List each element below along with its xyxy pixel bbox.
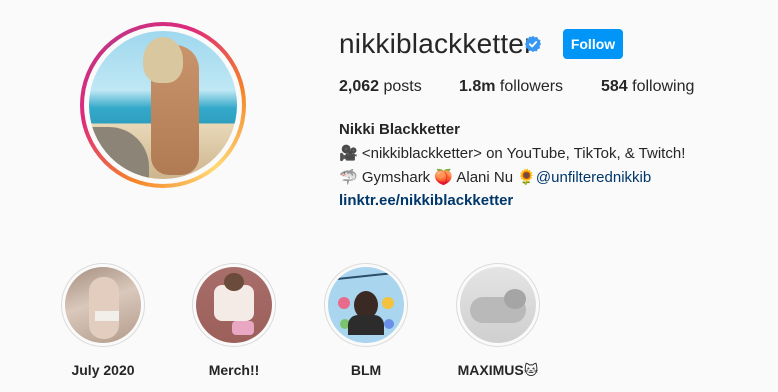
highlight-thumbnail	[196, 267, 272, 343]
highlight-thumbnail	[460, 267, 536, 343]
highlight-ring	[456, 263, 540, 347]
story-highlight[interactable]: July 2020	[53, 263, 153, 378]
following-stat[interactable]: 584 following	[601, 78, 694, 96]
avatar	[89, 31, 237, 179]
avatar-inner	[84, 26, 242, 184]
bio-mention-link[interactable]: @unfilterednikkib	[536, 169, 651, 186]
bio-line-1: 🎥 <nikkiblackketter> on YouTube, TikTok,…	[339, 145, 686, 162]
highlight-ring	[324, 263, 408, 347]
verified-badge-icon	[524, 35, 542, 53]
highlight-thumbnail	[65, 267, 141, 343]
profile-full-name: Nikki Blackketter	[339, 121, 460, 138]
posts-stat: 2,062 posts	[339, 78, 422, 95]
highlight-ring	[192, 263, 276, 347]
story-highlight[interactable]: BLM	[316, 263, 416, 378]
story-highlight[interactable]: MAXIMUS🐱	[448, 263, 548, 379]
highlight-thumbnail	[328, 267, 404, 343]
bio-line-2: 🦈 Gymshark 🍑 Alani Nu 🌻@unfilterednikkib	[339, 169, 652, 186]
highlight-label: Merch!!	[208, 362, 260, 378]
profile-external-link[interactable]: linktr.ee/nikkiblackketter	[339, 192, 513, 209]
highlight-label: MAXIMUS🐱	[457, 362, 539, 378]
follow-button[interactable]: Follow	[563, 29, 623, 59]
highlight-label: BLM	[350, 362, 382, 378]
highlight-label: July 2020	[71, 362, 135, 378]
highlight-ring	[61, 263, 145, 347]
profile-username: nikkiblackketter	[339, 28, 534, 59]
story-highlight[interactable]: Merch!!	[184, 263, 284, 378]
followers-stat[interactable]: 1.8m followers	[459, 78, 563, 96]
profile-avatar-ring[interactable]	[80, 22, 246, 188]
